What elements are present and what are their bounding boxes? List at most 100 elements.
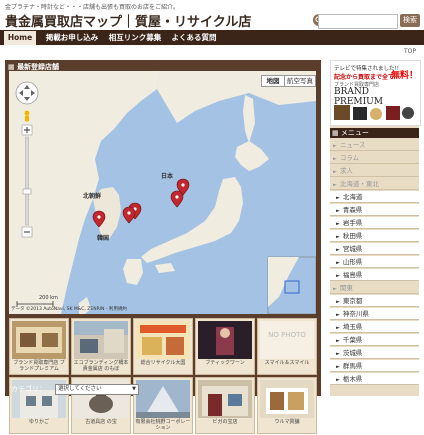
sidebar-item-yamagata[interactable]: ► 山形県 — [330, 256, 419, 268]
sidebar-item-kanagawa[interactable]: ► 神奈川県 — [330, 308, 419, 320]
ad-free: 無料！ — [391, 71, 419, 81]
no-photo-placeholder: NO PHOTO — [260, 321, 314, 359]
sidebar-item-label: 東京都 — [342, 297, 363, 305]
shop-grid: ブランド買取専門店 ブランドプレミアム エコブランディング橋本 貴金属店 のもぼ… — [9, 318, 317, 435]
chevron-right-icon: ► — [336, 312, 340, 318]
sidebar-item-label: 神奈川県 — [342, 310, 369, 318]
sidebar-item-label: 山形県 — [342, 258, 363, 266]
sidebar-item-kanto[interactable]: ► 関東 — [330, 282, 419, 294]
sidebar-item-akita[interactable]: ► 秋田県 — [330, 230, 419, 242]
nav-tab-home[interactable]: Home — [4, 31, 36, 45]
sidebar-item-column[interactable]: ► コラム — [330, 152, 419, 164]
sidebar-item-tokyo[interactable]: ► 東京都 — [330, 295, 419, 307]
sidebar-item-gunma[interactable]: ► 群馬県 — [330, 360, 419, 372]
main-panel: ▦ 最新登録店舗 北朝鮮 韓国 日本 200 km 地図 航空写真 データ ©2… — [5, 60, 321, 434]
panel-title-text: 最新登録店舗 — [17, 63, 60, 71]
shop-photo — [12, 321, 66, 359]
chevron-right-icon: ► — [336, 377, 340, 383]
sidebar-item-iwate[interactable]: ► 岩手県 — [330, 217, 419, 229]
category-select[interactable]: 選択してください ▼ — [55, 384, 139, 395]
sidebar-item-jobs[interactable]: ► 求人 — [330, 165, 419, 177]
chevron-right-icon: ► — [336, 351, 340, 357]
shop-caption: 有限会社桃野コーポレーション — [135, 419, 191, 431]
search-button[interactable]: 検索 — [400, 14, 420, 27]
chevron-right-icon: ► — [333, 143, 337, 149]
sidebar-item-label: 北海道・東北 — [339, 180, 379, 188]
pan-control[interactable] — [15, 81, 39, 105]
map-label-japan: 日本 — [161, 173, 174, 180]
shop-card[interactable]: エコブランディング橋本 貴金属店 のもぼ — [71, 318, 131, 375]
sidebar-item-fukushima[interactable]: ► 福島県 — [330, 269, 419, 281]
nav-tab-apply[interactable]: 掲載お申し込み — [40, 32, 104, 44]
chevron-right-icon: ► — [336, 234, 340, 240]
chevron-right-icon: ► — [333, 156, 337, 162]
category-row: カテゴリ： 選択してください ▼ — [9, 383, 316, 395]
sidebar-item-label: 求人 — [339, 167, 353, 175]
sidebar-item-label: 岩手県 — [342, 219, 363, 227]
sidebar-item-label: コラム — [339, 154, 360, 162]
nav-tab-faq[interactable]: よくある質問 — [166, 32, 222, 44]
category-label: カテゴリ： — [11, 385, 46, 393]
sidebar-item-chiba[interactable]: ► 千葉県 — [330, 334, 419, 346]
sidebar-item-miyagi[interactable]: ► 宮城県 — [330, 243, 419, 255]
street-view-icon[interactable] — [24, 110, 30, 122]
sidebar-item-label: 群馬県 — [342, 362, 363, 370]
search-input[interactable] — [318, 14, 398, 29]
category-select-value: 選択してください — [58, 386, 102, 392]
shop-card[interactable]: ブランド買取専門店 ブランドプレミアム — [9, 318, 69, 375]
marker-kanto[interactable] — [170, 190, 184, 208]
sidebar-item-label: 福島県 — [342, 271, 363, 279]
chevron-right-icon: ► — [333, 182, 337, 188]
shop-caption: スマイル＆スマイル — [264, 360, 310, 366]
sidebar-item-label: 千葉県 — [342, 336, 363, 344]
map-canvas — [9, 71, 316, 314]
chevron-right-icon: ► — [336, 208, 340, 214]
land-kyushu — [123, 259, 143, 285]
shop-photo — [74, 321, 128, 359]
site-title[interactable]: 貴金属買取店マップ｜質屋・リサイクル店 — [5, 11, 251, 30]
shop-card[interactable]: NO PHOTO スマイル＆スマイル — [257, 318, 317, 375]
ad-line2: 記念から買取まで全て — [334, 74, 395, 81]
sidebar-item-label: 青森県 — [342, 206, 363, 214]
ad-line1: テレビで特集されました!! — [334, 66, 399, 72]
chevron-right-icon: ► — [336, 195, 340, 201]
sidebar-item-label: 栃木県 — [342, 375, 363, 383]
sidebar-menu: ▦ メニュー ► ニュース ► コラム ► 求人 ► 北海道・東北 ► 北海道 ► 青森県 … — [330, 126, 419, 396]
shop-card[interactable]: ブティックワーン — [195, 318, 255, 375]
shop-photo — [198, 321, 252, 359]
sidebar-item-hokkaido[interactable]: ► 北海道 — [330, 191, 419, 203]
sidebar-item-label: 宮城県 — [342, 245, 363, 253]
shop-caption: ゆりかご — [28, 419, 49, 425]
overview-inset — [267, 256, 316, 314]
chevron-right-icon: ► — [333, 169, 337, 175]
sidebar-item-news[interactable]: ► ニュース — [330, 139, 419, 151]
ad-products-image — [334, 105, 414, 120]
grid-icon: ▦ — [332, 129, 341, 137]
map-type-satellite-button[interactable]: 航空写真 — [284, 75, 316, 87]
nav-tab-links[interactable]: 相互リンク募集 — [106, 32, 164, 44]
sidebar-item-label: 関東 — [339, 284, 353, 292]
marker-kyoto[interactable] — [122, 206, 136, 224]
shop-caption: ビガの宝店 — [212, 419, 238, 425]
sidebar-item-hokkaido-tohoku[interactable]: ► 北海道・東北 — [330, 178, 419, 190]
google-map[interactable]: 北朝鮮 韓国 日本 200 km 地図 航空写真 データ ©2013 AutoN… — [9, 71, 316, 314]
chevron-right-icon: ► — [336, 221, 340, 227]
map-type-map-button[interactable]: 地図 — [261, 75, 285, 87]
sidebar-item-label: 埼玉県 — [342, 323, 363, 331]
shop-card[interactable]: 総合リサイクル大国 — [133, 318, 193, 375]
top-link[interactable]: TOP — [404, 48, 416, 55]
sidebar-item-label: 茨城県 — [342, 349, 363, 357]
land-hokkaido — [235, 141, 269, 171]
map-scale-label: 200 km — [39, 295, 58, 301]
chevron-right-icon: ► — [336, 247, 340, 253]
chevron-right-icon: ► — [336, 299, 340, 305]
chevron-right-icon: ► — [333, 286, 337, 292]
sidebar-item-saitama[interactable]: ► 埼玉県 — [330, 321, 419, 333]
ad-banner[interactable]: テレビで特集されました!! 記念から買取まで全て 無料！ ブランド買取専門店 B… — [330, 60, 421, 126]
map-label-north-korea: 北朝鮮 — [83, 193, 102, 200]
sidebar-item-aomori[interactable]: ► 青森県 — [330, 204, 419, 216]
grid-icon: ▦ — [8, 63, 18, 71]
sidebar-item-tochigi[interactable]: ► 栃木県 — [330, 373, 419, 385]
sidebar-item-ibaraki[interactable]: ► 茨城県 — [330, 347, 419, 359]
land-shikoku — [155, 263, 175, 273]
